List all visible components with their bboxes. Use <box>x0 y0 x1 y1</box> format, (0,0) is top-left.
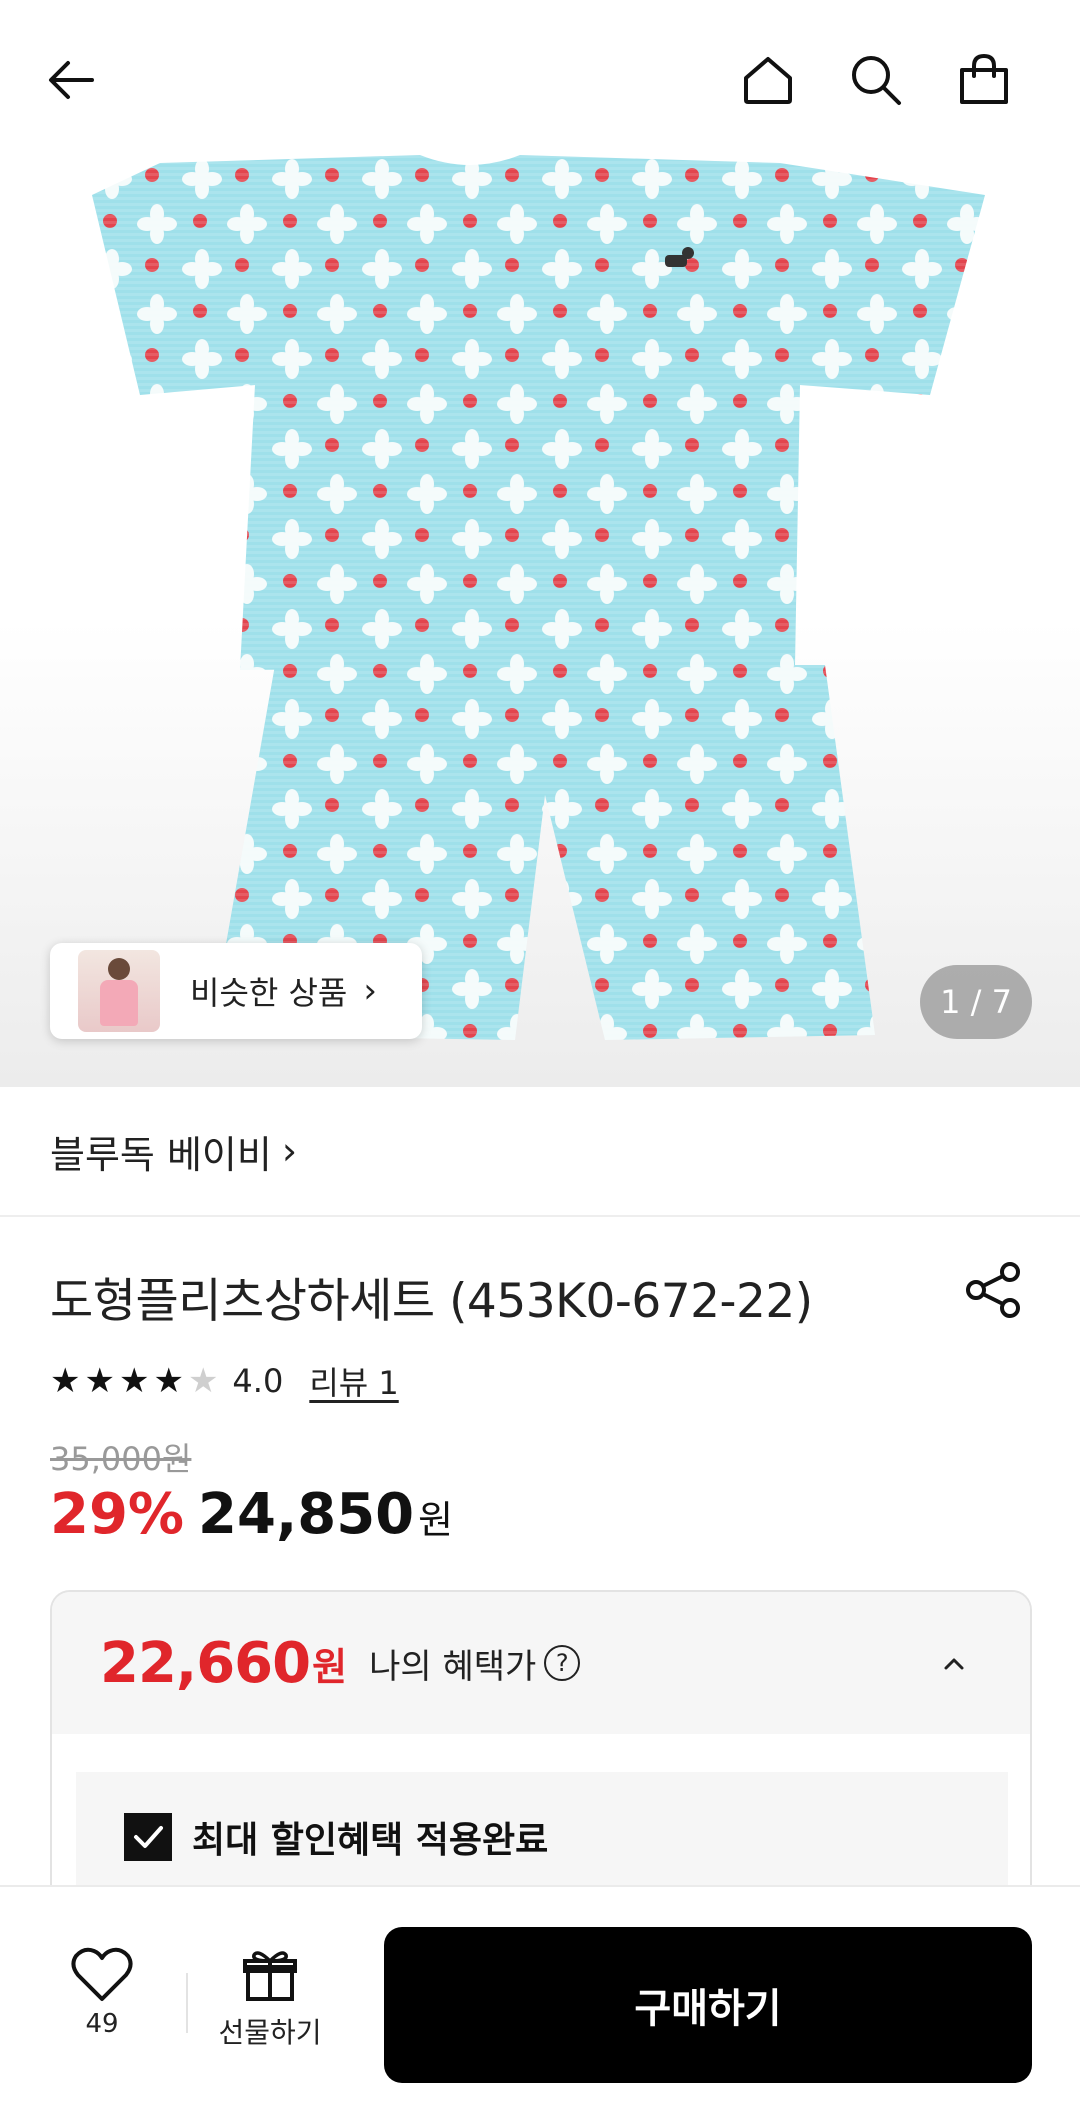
home-icon[interactable] <box>734 46 802 114</box>
max-discount-applied-row: 최대 할인혜택 적용완료 <box>76 1772 1008 1890</box>
max-discount-applied-label: 최대 할인혜택 적용완료 <box>192 1820 549 1861</box>
benefit-price-unit: 원 <box>312 1644 348 1689</box>
similar-products-button[interactable]: 비슷한 상품 › <box>50 943 422 1039</box>
bottom-action-bar: 49 선물하기 구매하기 <box>0 1885 1080 2117</box>
chevron-up-icon[interactable] <box>934 1643 974 1683</box>
chevron-right-icon: › <box>363 971 377 1011</box>
top-app-bar <box>0 0 1080 155</box>
max-discount-checkbox[interactable] <box>124 1813 172 1861</box>
gift-icon <box>243 1951 297 2001</box>
chevron-right-icon: › <box>281 1129 298 1173</box>
like-count: 49 <box>85 2009 119 2039</box>
star-filled-icon: ★ <box>50 1361 81 1401</box>
brand-link[interactable]: 블루독 베이비 › <box>0 1087 1080 1217</box>
product-image-carousel[interactable]: 비슷한 상품 › 1 / 7 <box>0 155 1080 1087</box>
similar-product-thumbnail <box>78 950 160 1032</box>
sale-price-unit: 원 <box>418 1498 454 1542</box>
gift-button[interactable]: 선물하기 <box>210 1947 330 2067</box>
benefit-price-header[interactable]: 22,660 원 나의 혜택가 ? <box>52 1592 1030 1734</box>
star-filled-icon: ★ <box>84 1361 115 1401</box>
share-icon[interactable] <box>962 1258 1026 1322</box>
brand-name: 블루독 베이비 <box>50 1132 272 1177</box>
product-title: 도형플리츠상하세트 (453K0-672-22) <box>50 1274 813 1329</box>
shopping-bag-icon[interactable] <box>950 46 1018 114</box>
help-icon[interactable]: ? <box>544 1645 581 1681</box>
review-count-link[interactable]: 리뷰 1 <box>309 1358 398 1404</box>
like-button[interactable]: 49 <box>52 1947 152 2057</box>
benefit-price: 22,660 <box>100 1630 311 1696</box>
buy-button[interactable]: 구매하기 <box>384 1927 1032 2083</box>
gift-label: 선물하기 <box>218 2016 322 2049</box>
star-empty-icon: ★ <box>187 1361 219 1401</box>
heart-icon <box>71 1947 133 2001</box>
star-rating: ★ ★ ★ ★ ★ <box>50 1364 222 1398</box>
rating-value: 4.0 <box>232 1362 284 1400</box>
price-row: 29% 24,850 원 <box>50 1482 453 1547</box>
star-filled-icon: ★ <box>153 1361 184 1401</box>
original-price: 35,000원 <box>50 1440 192 1478</box>
sale-price: 24,850 <box>198 1482 415 1547</box>
image-page-counter: 1 / 7 <box>920 965 1032 1039</box>
star-filled-icon: ★ <box>118 1361 150 1401</box>
arrow-left-icon[interactable] <box>38 46 106 114</box>
check-icon <box>134 1826 163 1848</box>
discount-rate: 29% <box>50 1482 185 1547</box>
rating-row: ★ ★ ★ ★ ★ 4.0 리뷰 1 <box>50 1358 399 1404</box>
search-icon[interactable] <box>842 46 910 114</box>
similar-products-label: 비슷한 상품 <box>190 974 348 1012</box>
divider <box>186 1973 188 2033</box>
benefit-price-label: 나의 혜택가 <box>369 1646 537 1687</box>
benefit-price-panel: 22,660 원 나의 혜택가 ? 최대 할인혜택 적용완료 <box>50 1590 1032 1890</box>
